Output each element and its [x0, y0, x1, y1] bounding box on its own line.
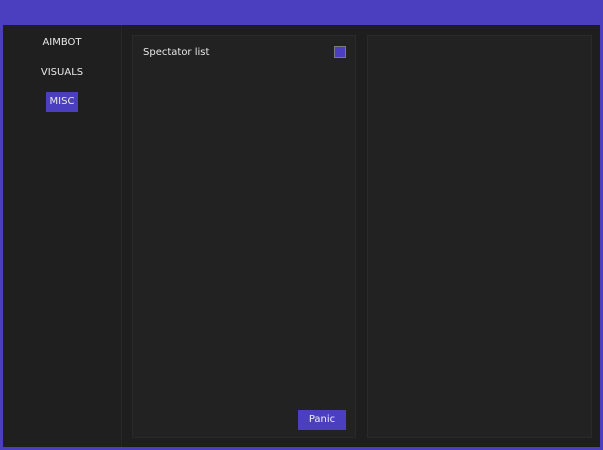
- spectator-list-label: Spectator list: [143, 47, 210, 58]
- misc-left-panel: Spectator list Panic: [132, 35, 356, 438]
- sidebar: AIMBOT VISUALS MISC: [3, 25, 122, 447]
- app-window: AIMBOT VISUALS MISC Spectator list Panic: [0, 0, 603, 450]
- title-bar[interactable]: [0, 0, 603, 25]
- spectator-list-checkbox[interactable]: [334, 46, 346, 58]
- tab-misc[interactable]: MISC: [46, 92, 78, 112]
- misc-right-panel: [367, 35, 592, 438]
- tab-aimbot[interactable]: AIMBOT: [3, 36, 121, 50]
- panic-button[interactable]: Panic: [298, 410, 346, 430]
- tab-visuals[interactable]: VISUALS: [3, 66, 121, 80]
- window-body: AIMBOT VISUALS MISC Spectator list Panic: [3, 25, 600, 447]
